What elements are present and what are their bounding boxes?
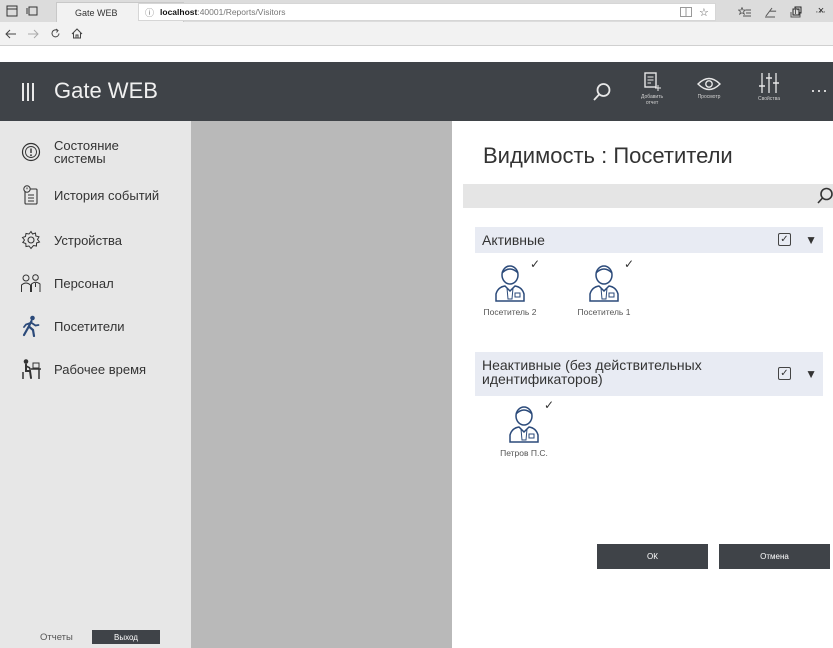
site-info-icon[interactable]: ⓘ bbox=[145, 6, 154, 19]
address-bar-row bbox=[0, 22, 833, 46]
visitor-avatar-icon bbox=[589, 265, 619, 302]
cancel-button[interactable]: Отмена bbox=[719, 544, 830, 569]
group-select-all-checkbox[interactable]: ✓ bbox=[778, 367, 791, 380]
working-time-icon bbox=[20, 358, 42, 380]
sidebar-item-working-time[interactable]: Рабочее время bbox=[0, 350, 191, 388]
header-search-button[interactable] bbox=[592, 82, 612, 102]
system-status-icon bbox=[20, 141, 42, 163]
visitor-checkmark-icon[interactable]: ✓ bbox=[544, 398, 554, 412]
properties-button[interactable]: Свойства bbox=[758, 72, 780, 102]
notes-pen-icon[interactable] bbox=[764, 3, 776, 21]
tab-actions-icon[interactable] bbox=[4, 3, 20, 19]
url-host: localhost bbox=[160, 7, 198, 17]
home-icon[interactable] bbox=[66, 23, 88, 45]
visitor-card[interactable]: ✓ Посетитель 2 bbox=[470, 257, 550, 333]
visitor-checkmark-icon[interactable]: ✓ bbox=[624, 257, 634, 271]
visitor-name: Посетитель 1 bbox=[577, 307, 631, 317]
group-title: Активные bbox=[482, 232, 545, 248]
menu-toggle-icon[interactable] bbox=[22, 83, 36, 101]
chevron-down-icon[interactable]: ▼ bbox=[805, 367, 817, 381]
preview-button[interactable]: Просмотр bbox=[697, 76, 721, 100]
sidebar-item-label: Устройства bbox=[54, 232, 123, 248]
visitor-card[interactable]: ✓ Посетитель 1 bbox=[564, 257, 644, 333]
properties-label: Свойства bbox=[758, 96, 780, 102]
visitor-name: Посетитель 2 bbox=[483, 307, 537, 317]
sidebar-item-label: История событий bbox=[54, 187, 160, 203]
visitor-name: Петров П.С. bbox=[500, 448, 548, 458]
app-title: Gate WEB bbox=[54, 78, 158, 103]
personnel-icon bbox=[20, 272, 42, 294]
reading-view-icon[interactable] bbox=[680, 3, 692, 21]
sidebar-item-label: Посетители bbox=[54, 318, 125, 334]
preview-label: Просмотр bbox=[697, 94, 721, 100]
exit-button[interactable]: Выход bbox=[92, 630, 160, 644]
sidebar-item-label: Состояние системы bbox=[54, 138, 119, 166]
chevron-down-icon[interactable]: ▼ bbox=[805, 233, 817, 247]
add-report-icon bbox=[644, 72, 662, 91]
add-report-button[interactable]: Добавить отчет bbox=[641, 72, 663, 106]
search-input[interactable] bbox=[463, 184, 833, 208]
group-active-header[interactable]: Активные ✓ ▼ bbox=[475, 227, 823, 253]
sidebar-item-event-history[interactable]: История событий bbox=[0, 176, 191, 214]
reports-link[interactable]: Отчеты bbox=[40, 632, 73, 643]
ok-button[interactable]: ОК bbox=[597, 544, 708, 569]
sidebar: Состояние системы История событий Устройс… bbox=[0, 121, 191, 648]
sidebar-item-personnel[interactable]: Персонал bbox=[0, 264, 191, 302]
favorite-star-icon[interactable]: ☆ bbox=[699, 3, 709, 21]
sidebar-item-label: Рабочее время bbox=[54, 361, 147, 377]
browser-more-icon[interactable]: ··· bbox=[815, 3, 826, 21]
visitor-walking-icon bbox=[20, 315, 42, 337]
back-arrow-icon[interactable] bbox=[0, 23, 22, 45]
search-icon[interactable] bbox=[815, 186, 833, 206]
visitor-avatar-icon bbox=[509, 406, 539, 443]
forward-arrow-icon[interactable] bbox=[22, 23, 44, 45]
url-field[interactable]: ⓘ localhost :40001/Reports/Visitors bbox=[138, 3, 716, 21]
app-header: Gate WEB Добавить отчет Просмотр Свойств… bbox=[0, 62, 833, 121]
sidebar-footer: Отчеты Выход bbox=[0, 626, 191, 648]
sidebar-item-label: Персонал bbox=[54, 275, 114, 291]
sidebar-item-visitors[interactable]: Посетители bbox=[0, 307, 191, 345]
content-overlay bbox=[191, 121, 452, 648]
devices-gear-icon bbox=[20, 229, 42, 251]
visitor-avatar-icon bbox=[495, 265, 525, 302]
event-history-icon bbox=[20, 184, 42, 206]
visitor-card[interactable]: ✓ Петров П.С. bbox=[484, 398, 564, 474]
share-icon[interactable] bbox=[790, 3, 801, 21]
group-select-all-checkbox[interactable]: ✓ bbox=[778, 233, 791, 246]
favorites-hub-icon[interactable] bbox=[738, 3, 751, 21]
refresh-icon[interactable] bbox=[44, 23, 66, 45]
visitor-checkmark-icon[interactable]: ✓ bbox=[530, 257, 540, 271]
visibility-panel: Видимость : Посетители Активные ✓ ▼ ✓ По… bbox=[452, 121, 833, 648]
group-inactive-header[interactable]: Неактивные (без действительных идентифика… bbox=[475, 352, 823, 396]
sliders-icon bbox=[759, 73, 779, 93]
sidebar-item-system-status[interactable]: Состояние системы bbox=[0, 133, 191, 171]
sidebar-item-devices[interactable]: Устройства bbox=[0, 221, 191, 259]
page-title: Видимость : Посетители bbox=[483, 143, 733, 168]
header-more-button[interactable]: ··· bbox=[810, 80, 828, 101]
tabs-aside-icon[interactable] bbox=[24, 3, 40, 19]
eye-icon bbox=[697, 77, 721, 91]
add-report-label-2: отчет bbox=[645, 100, 659, 106]
search-icon bbox=[593, 83, 611, 101]
group-title: Неактивные (без действительных идентифика… bbox=[482, 357, 702, 387]
url-path: :40001/Reports/Visitors bbox=[197, 7, 286, 17]
